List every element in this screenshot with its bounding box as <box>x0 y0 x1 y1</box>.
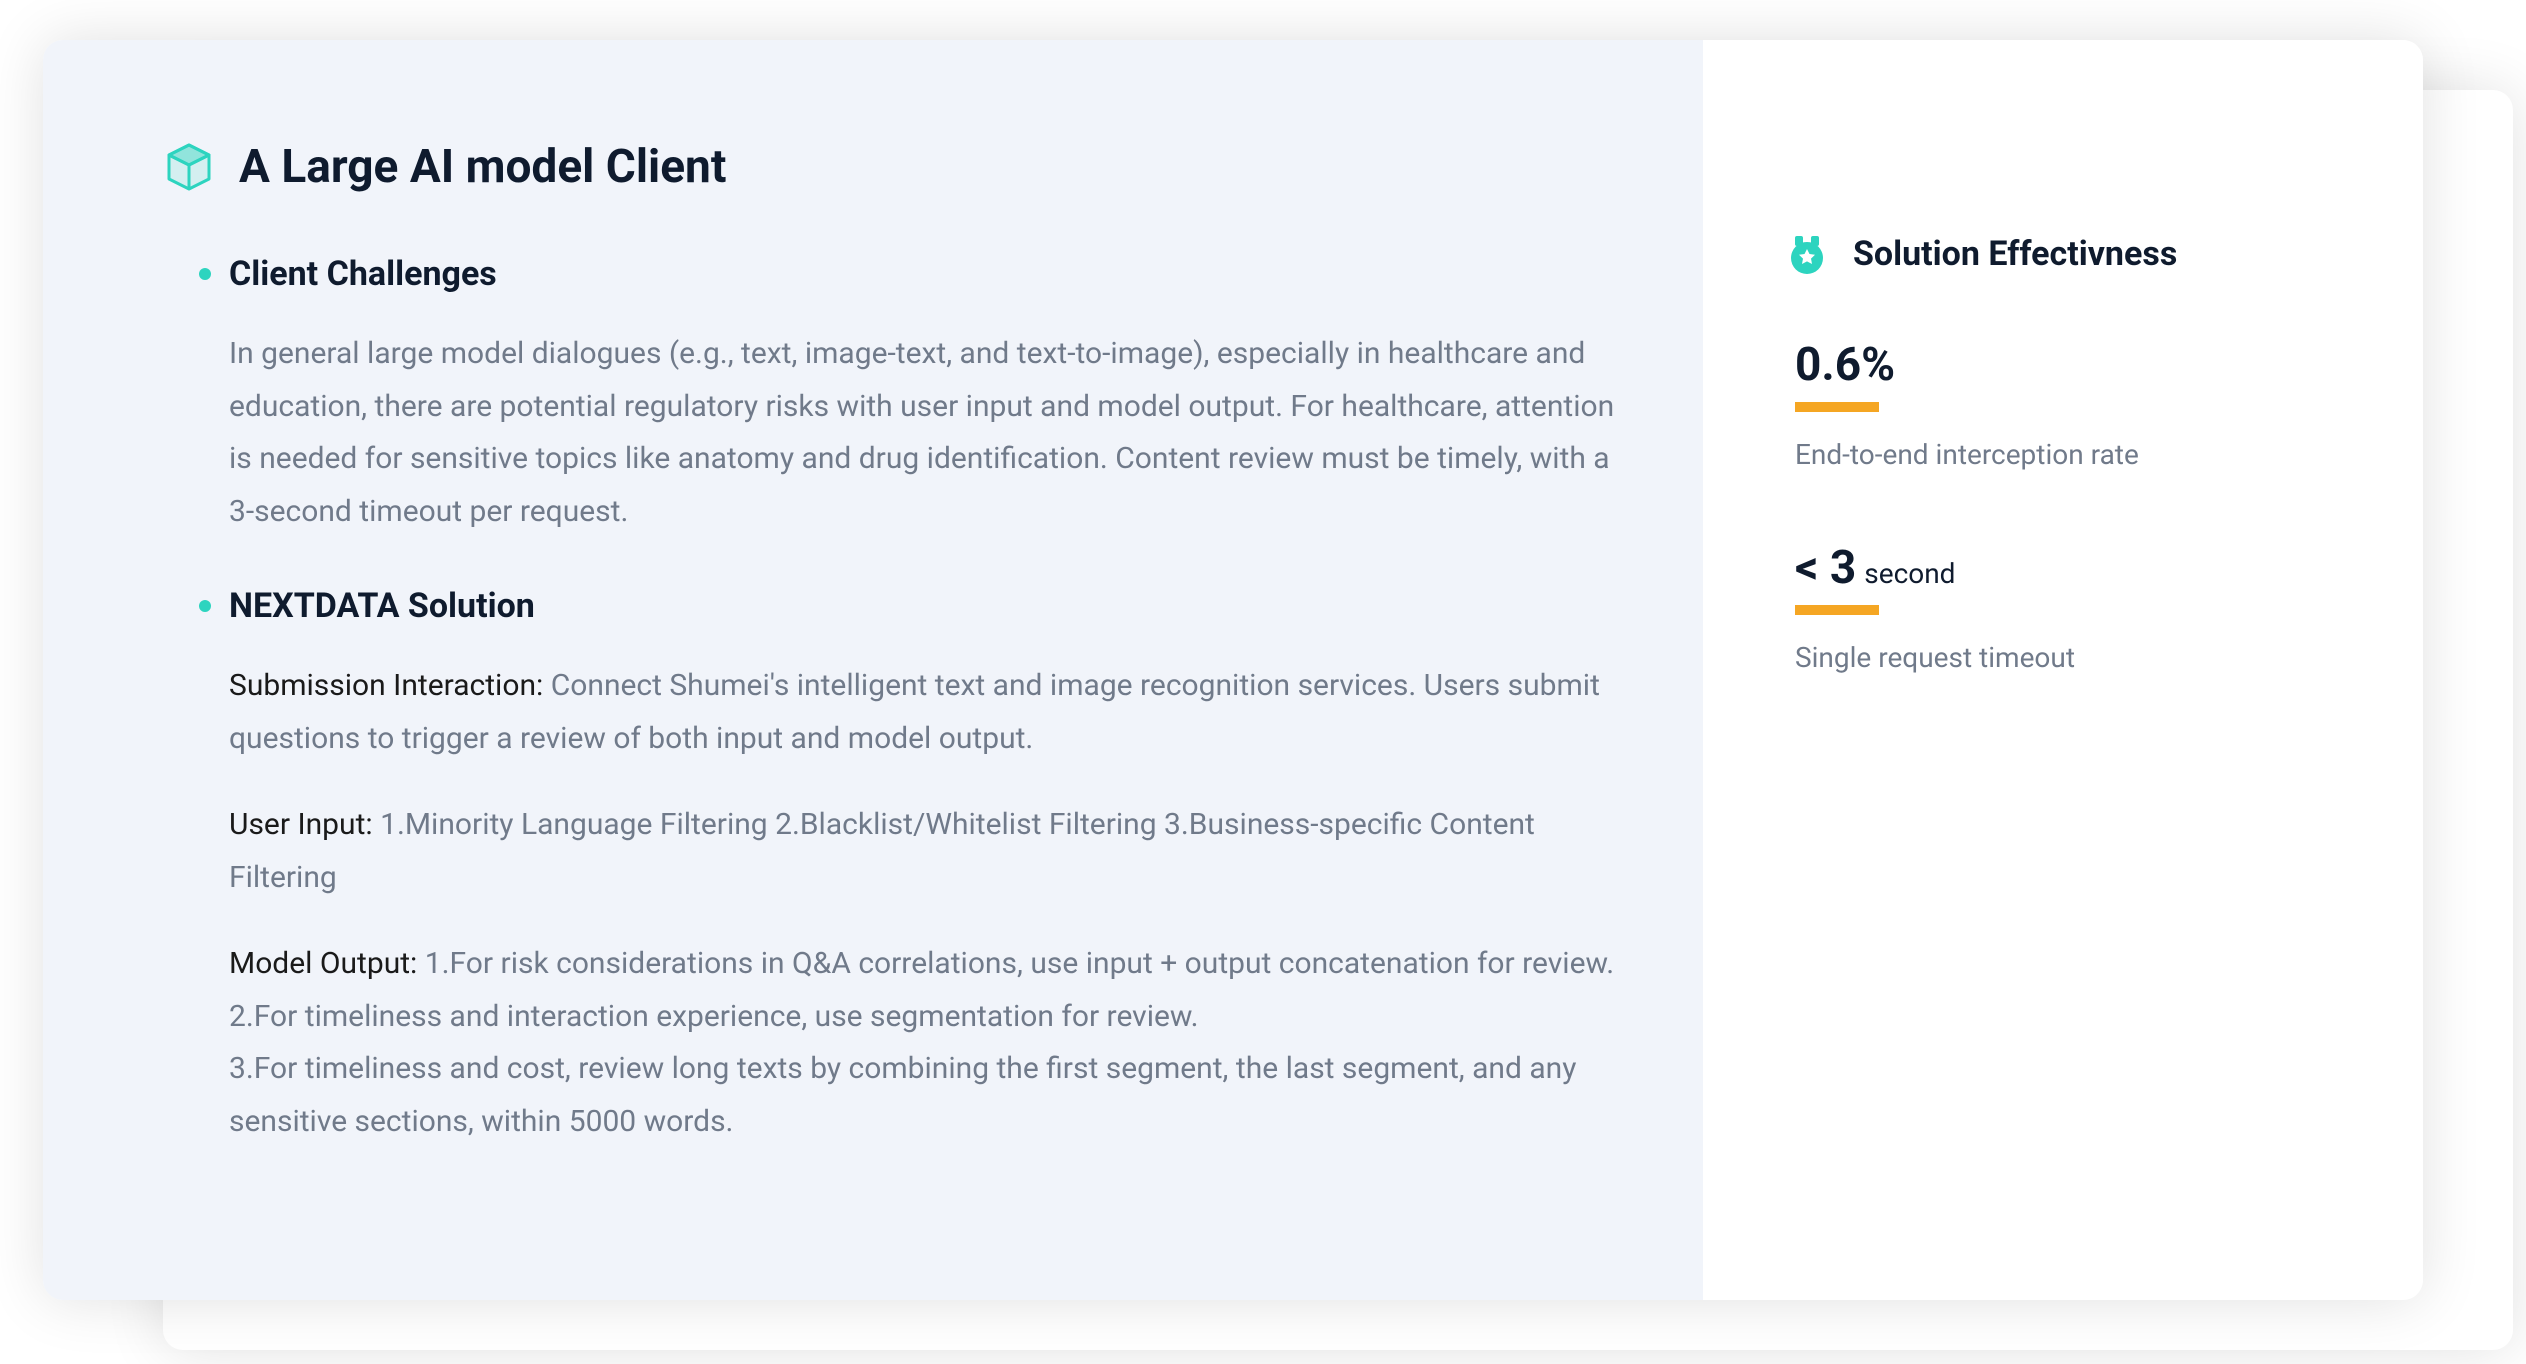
card-wrapper: A Large AI model Client Client Challenge… <box>43 40 2483 1320</box>
solution-body: Submission Interaction: Connect Shumei's… <box>199 660 1623 1148</box>
badge-icon <box>1783 230 1831 278</box>
metric-value: < 3second <box>1795 541 2343 595</box>
challenges-body: In general large model dialogues (e.g., … <box>199 328 1623 538</box>
section-solution: NEXTDATA Solution Submission Interaction… <box>163 586 1623 1148</box>
solution-item-label: User Input: <box>229 807 380 842</box>
metric-number: < 3 <box>1795 541 1856 595</box>
section-header: NEXTDATA Solution <box>199 586 1623 626</box>
solution-item-text: 1.For risk considerations in Q&A correla… <box>229 946 1614 1139</box>
section-header: Client Challenges <box>199 254 1623 294</box>
solution-item-label: Submission Interaction: <box>229 668 551 703</box>
effectiveness-header: Solution Effectivness <box>1783 230 2343 278</box>
main-card: A Large AI model Client Client Challenge… <box>43 40 2423 1300</box>
left-panel: A Large AI model Client Client Challenge… <box>43 40 1703 1300</box>
page-title: A Large AI model Client <box>239 140 726 194</box>
solution-item-label: Model Output: <box>229 946 425 981</box>
metric-value: 0.6% <box>1795 338 2343 392</box>
solution-item: User Input: 1.Minority Language Filterin… <box>229 799 1623 904</box>
bullet-icon <box>199 600 211 612</box>
title-row: A Large AI model Client <box>163 140 1623 194</box>
section-challenges: Client Challenges In general large model… <box>163 254 1623 538</box>
right-panel: Solution Effectivness 0.6% End-to-end in… <box>1703 40 2423 1300</box>
solution-item: Submission Interaction: Connect Shumei's… <box>229 660 1623 765</box>
metric-block: 0.6% End-to-end interception rate <box>1783 338 2343 471</box>
effectiveness-heading: Solution Effectivness <box>1853 234 2177 274</box>
challenges-heading: Client Challenges <box>229 254 497 294</box>
bullet-icon <box>199 268 211 280</box>
cube-icon <box>163 141 215 193</box>
metric-unit: second <box>1864 557 1955 590</box>
metric-bar <box>1795 605 1879 615</box>
solution-item: Model Output: 1.For risk considerations … <box>229 938 1623 1148</box>
metric-number: 0.6% <box>1795 338 1895 392</box>
metric-block: < 3second Single request timeout <box>1783 541 2343 674</box>
solution-item-text: 1.Minority Language Filtering 2.Blacklis… <box>229 807 1535 895</box>
solution-heading: NEXTDATA Solution <box>229 586 535 626</box>
metric-label: Single request timeout <box>1795 641 2343 674</box>
metric-bar <box>1795 402 1879 412</box>
metric-label: End-to-end interception rate <box>1795 438 2343 471</box>
